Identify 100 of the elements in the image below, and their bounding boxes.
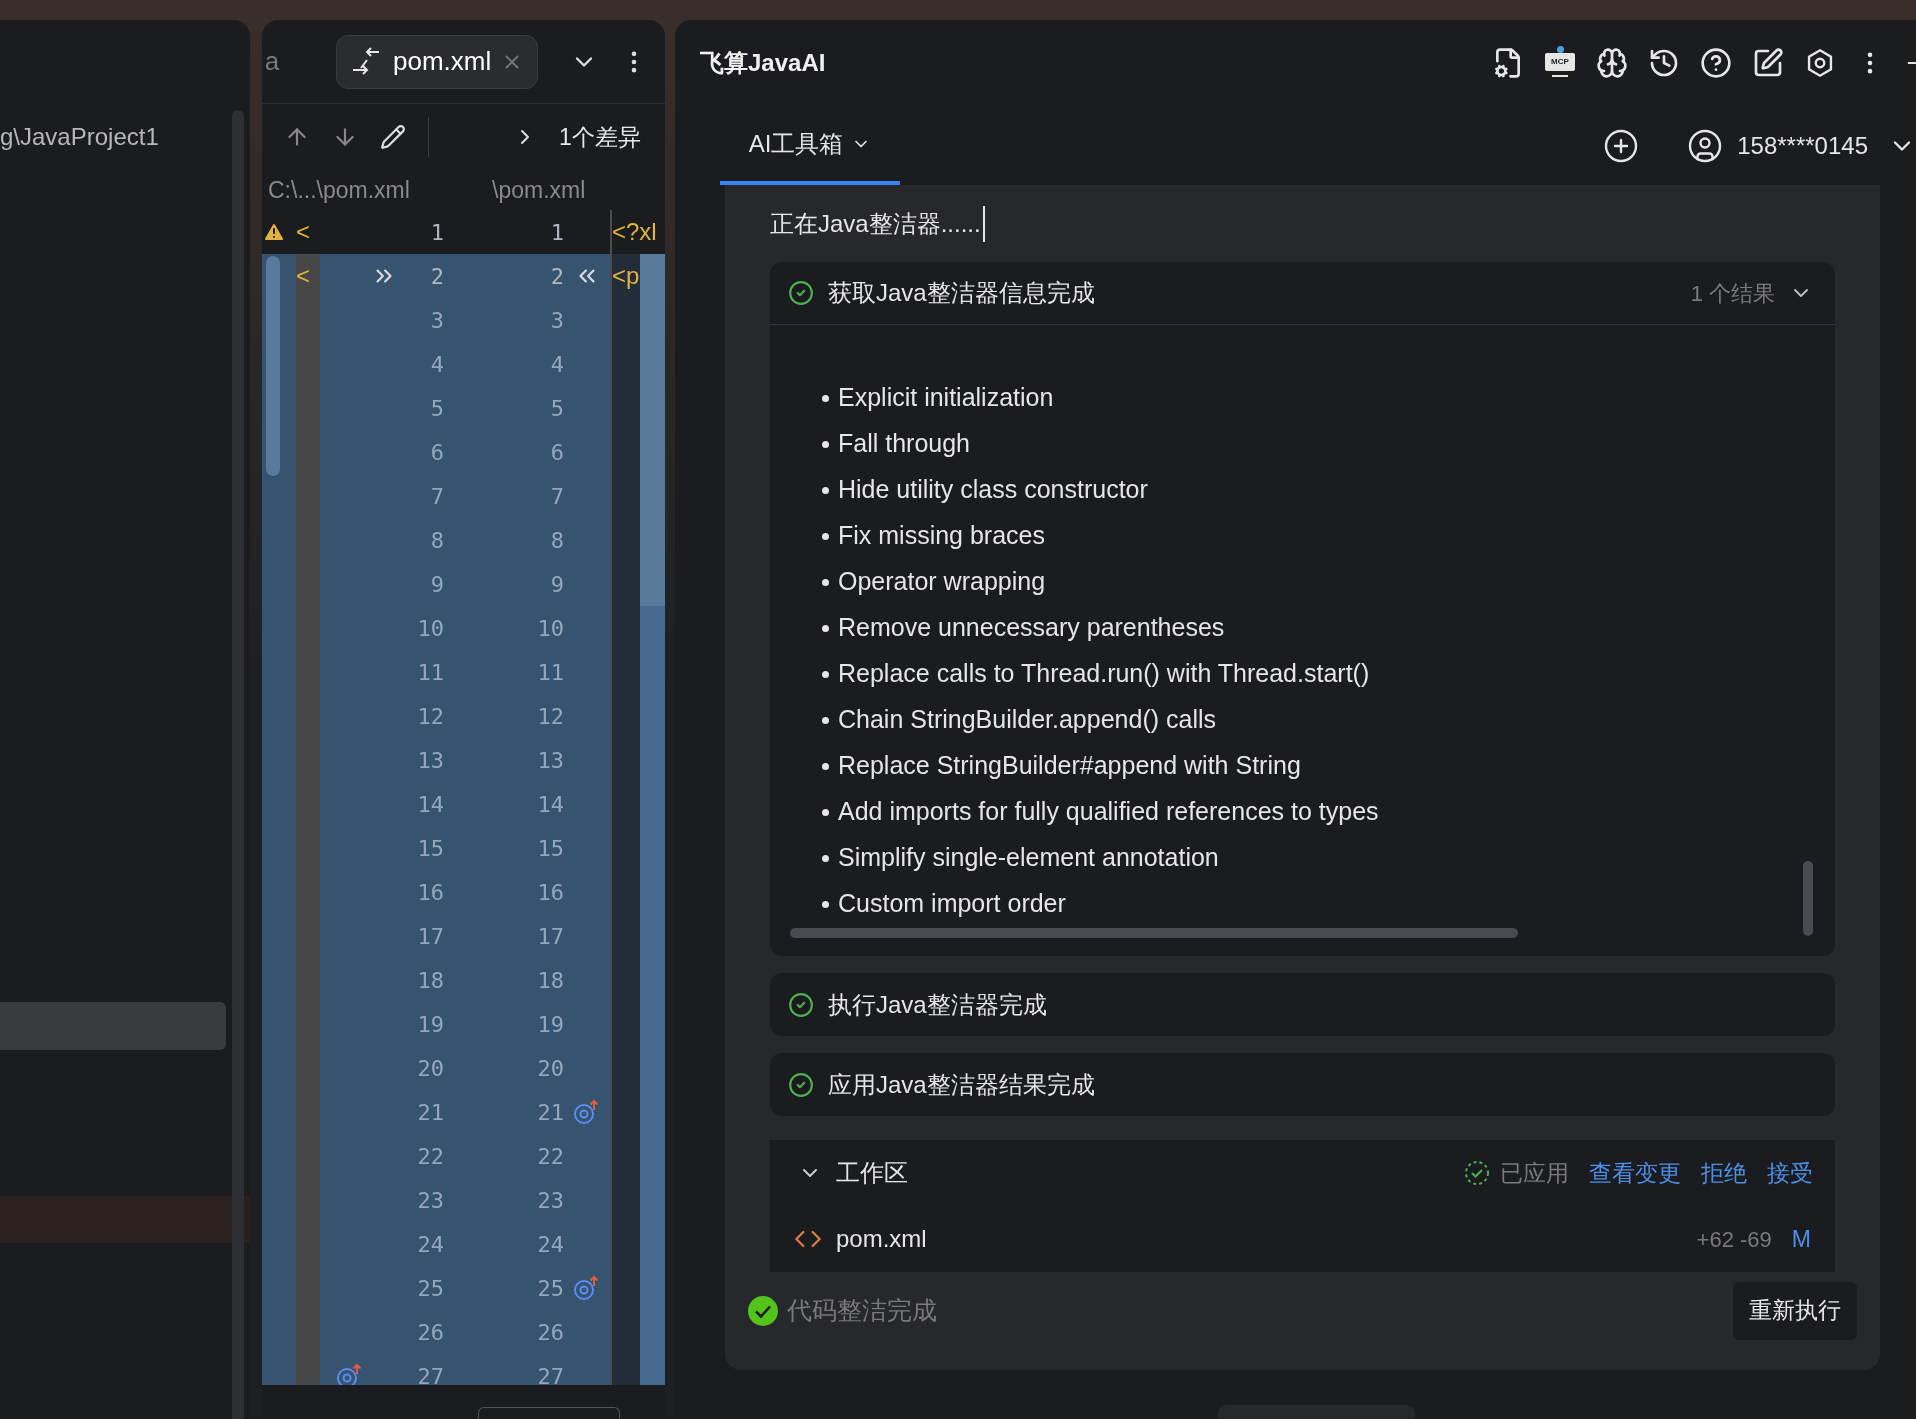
line-number: 6 xyxy=(429,438,444,467)
panel-title: 飞算JavaAI xyxy=(700,48,826,78)
line-number: 22 xyxy=(536,1142,564,1171)
scrollbar[interactable] xyxy=(266,256,280,476)
line-number: 16 xyxy=(416,878,444,907)
line-number: 8 xyxy=(429,526,444,555)
target-arrow-icon[interactable] xyxy=(573,1275,601,1301)
diff-stats: +62 -69 xyxy=(1696,1225,1772,1254)
code-snippet: < xyxy=(296,217,310,247)
line-number: 14 xyxy=(536,790,564,819)
horizontal-scrollbar[interactable] xyxy=(790,928,1518,938)
result-count: 1 个结果 xyxy=(1690,279,1775,308)
line-number: 10 xyxy=(416,614,444,643)
file-name: pom.xml xyxy=(836,1224,927,1254)
line-number: 9 xyxy=(549,570,564,599)
line-number: 25 xyxy=(416,1274,444,1303)
rule-item: Add imports for fully qualified references to types xyxy=(838,796,1379,828)
help-icon[interactable] xyxy=(1700,47,1732,79)
add-icon[interactable] xyxy=(1603,127,1640,164)
line-number: 23 xyxy=(416,1186,444,1215)
line-number: 24 xyxy=(536,1230,564,1259)
step-header[interactable]: 获取Java整洁器信息完成 1 个结果 xyxy=(770,262,1835,325)
step-header[interactable]: 执行Java整洁器完成 xyxy=(770,973,1835,1036)
line-number: 17 xyxy=(536,922,564,951)
dashed-check-icon xyxy=(1464,1160,1490,1186)
step-header[interactable]: 应用Java整洁器结果完成 xyxy=(770,1053,1835,1116)
line-number: 23 xyxy=(536,1186,564,1215)
line-number: 2 xyxy=(549,262,564,291)
edit-icon[interactable] xyxy=(1752,47,1784,79)
line-number: 6 xyxy=(549,438,564,467)
workspace-title: 工作区 xyxy=(836,1158,908,1188)
target-arrow-icon[interactable] xyxy=(336,1363,364,1385)
line-number: 1 xyxy=(429,218,444,247)
step-title: 应用Java整洁器结果完成 xyxy=(828,1069,1095,1100)
status-line: 正在Java整洁器...... xyxy=(770,205,985,242)
account-name[interactable]: 158****0145 xyxy=(1737,127,1868,164)
line-number: 17 xyxy=(416,922,444,951)
line-number: 2 xyxy=(429,262,444,291)
line-number: 5 xyxy=(429,394,444,423)
line-number: 9 xyxy=(429,570,444,599)
line-number: 18 xyxy=(416,966,444,995)
line-number: 1 xyxy=(549,218,564,247)
action-link[interactable]: 接受 xyxy=(1767,1155,1813,1191)
change-gutter xyxy=(296,1354,320,1385)
step-title: 获取Java整洁器信息完成 xyxy=(828,278,1095,308)
line-number: 15 xyxy=(416,834,444,863)
line-number: 13 xyxy=(536,746,564,775)
bottom-field[interactable] xyxy=(478,1407,620,1419)
code-snippet: <p xyxy=(612,261,640,291)
line-number: 13 xyxy=(416,746,444,775)
line-number: 11 xyxy=(416,658,444,687)
diff-count: 1个差异 xyxy=(559,122,641,152)
brain-icon[interactable] xyxy=(1596,47,1628,79)
rule-item: Simplify single-element annotation xyxy=(838,842,1219,874)
rule-item: Fix missing braces xyxy=(838,520,1045,552)
line-number: 15 xyxy=(536,834,564,863)
file-row[interactable]: pom.xml +62 -69 M xyxy=(770,1206,1835,1272)
line-number: 26 xyxy=(536,1318,564,1347)
line-number: 4 xyxy=(549,350,564,379)
rule-item: Explicit initialization xyxy=(838,382,1054,414)
rule-item: Remove unnecessary parentheses xyxy=(838,612,1225,644)
line-number: 18 xyxy=(536,966,564,995)
target-arrow-icon[interactable] xyxy=(573,1099,601,1125)
line-number: 12 xyxy=(536,702,564,731)
line-number: 3 xyxy=(549,306,564,335)
left-file-path: C:\...\pom.xml xyxy=(267,175,411,205)
line-number: 14 xyxy=(416,790,444,819)
action-link[interactable]: 查看变更 xyxy=(1589,1155,1681,1191)
line-number: 16 xyxy=(536,878,564,907)
vertical-scrollbar[interactable] xyxy=(1803,861,1813,936)
line-number: 26 xyxy=(416,1318,444,1347)
line-number: 21 xyxy=(536,1098,564,1127)
history-icon[interactable] xyxy=(1648,47,1680,79)
step-title: 执行Java整洁器完成 xyxy=(828,989,1047,1020)
action-link[interactable]: 拒绝 xyxy=(1701,1155,1747,1191)
editor-tab[interactable]: a xyxy=(264,42,280,81)
line-number: 7 xyxy=(429,482,444,511)
line-number: 10 xyxy=(536,614,564,643)
right-file-path: \pom.xml xyxy=(492,175,586,205)
line-number: 19 xyxy=(416,1010,444,1039)
line-number: 19 xyxy=(536,1010,564,1039)
rerun-button[interactable]: 重新执行 xyxy=(1733,1281,1857,1340)
pencil-icon[interactable] xyxy=(380,124,406,150)
editor-tab[interactable]: pom.xml xyxy=(336,34,539,89)
applied-status: 已应用 xyxy=(1500,1158,1569,1188)
modified-status: M xyxy=(1791,1224,1811,1254)
code-snippet: < xyxy=(296,261,310,291)
line-number: 20 xyxy=(416,1054,444,1083)
line-number: 27 xyxy=(536,1362,564,1385)
line-number: 12 xyxy=(416,702,444,731)
line-number: 25 xyxy=(536,1274,564,1303)
user-icon[interactable] xyxy=(1687,127,1724,164)
rule-item: Operator wrapping xyxy=(838,566,1046,598)
rule-item: Replace StringBuilder#append with String xyxy=(838,750,1301,782)
project-path[interactable]: g\JavaProject1 xyxy=(0,114,250,160)
line-number: 27 xyxy=(416,1362,444,1385)
rule-item: Chain StringBuilder.append() calls xyxy=(838,704,1216,736)
line-number: 7 xyxy=(549,482,564,511)
line-number: 22 xyxy=(416,1142,444,1171)
change-gutter xyxy=(612,1354,640,1385)
